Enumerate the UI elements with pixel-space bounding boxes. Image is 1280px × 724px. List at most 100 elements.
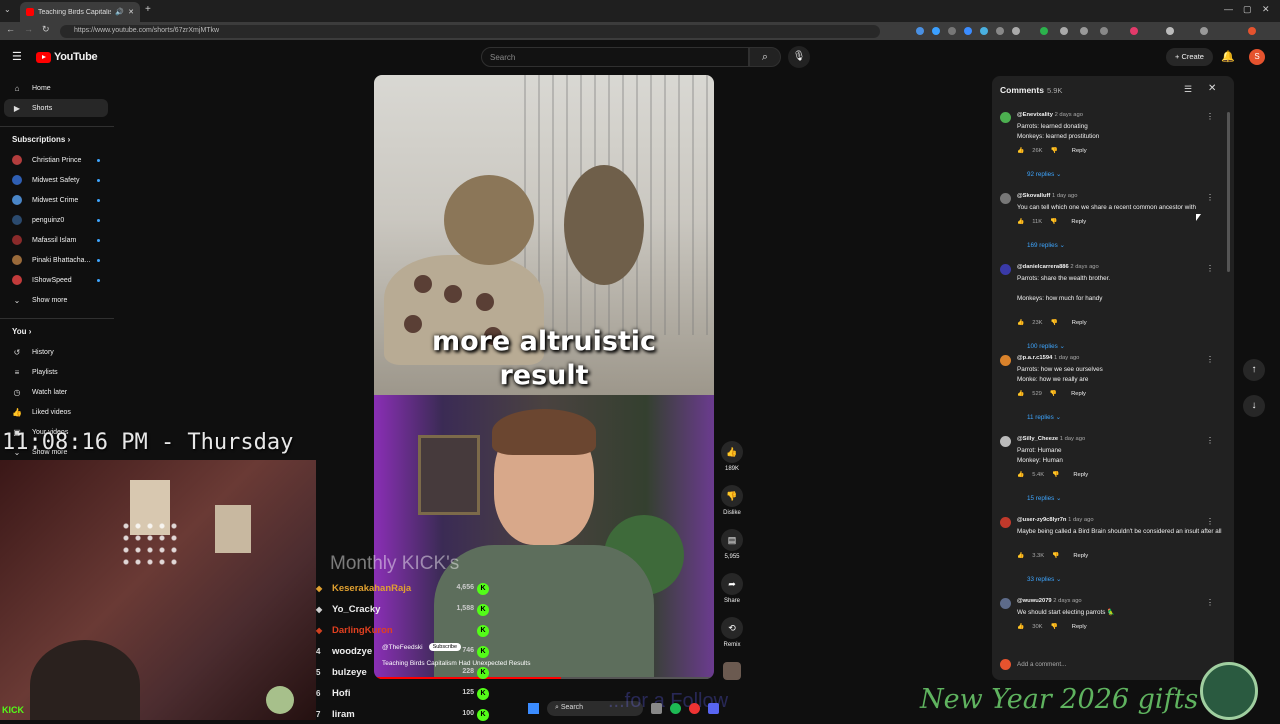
profile-icon[interactable] xyxy=(1248,27,1256,35)
more-options-icon[interactable]: ⋮ xyxy=(1206,264,1214,273)
sidebar-subscription-item[interactable]: IShowSpeed xyxy=(4,271,108,289)
comment-author[interactable]: @p.a.r.c1594 1 day ago xyxy=(1017,355,1079,361)
reply-button[interactable]: Reply xyxy=(1072,148,1087,154)
more-options-icon[interactable]: ⋮ xyxy=(1206,355,1214,364)
taskbar-search[interactable]: ⌕ Search xyxy=(547,700,643,716)
more-options-icon[interactable]: ⋮ xyxy=(1206,436,1214,445)
create-button[interactable]: + Create xyxy=(1166,48,1213,66)
more-options-icon[interactable]: ⋮ xyxy=(1206,598,1214,607)
comments-scrollbar[interactable] xyxy=(1227,112,1230,272)
comment-like-icon[interactable]: 👍 xyxy=(1017,391,1024,397)
comment-dislike-icon[interactable]: 👎 xyxy=(1051,148,1058,154)
comments-button[interactable]: ▤ 5,955 xyxy=(720,529,744,560)
comment-dislike-icon[interactable]: 👎 xyxy=(1051,320,1058,326)
comment-like-icon[interactable]: 👍 xyxy=(1017,320,1024,326)
like-button[interactable]: 👍 189K xyxy=(720,441,744,472)
reply-button[interactable]: Reply xyxy=(1073,472,1088,478)
extension-icon[interactable] xyxy=(1166,27,1174,35)
forward-icon[interactable]: → xyxy=(24,24,33,34)
window-close-icon[interactable]: ✕ xyxy=(1262,4,1270,15)
extension-icon[interactable] xyxy=(1080,27,1088,35)
extension-icon[interactable] xyxy=(948,27,956,35)
sidebar-item-shorts[interactable]: ▶ Shorts xyxy=(4,99,108,117)
comment-dislike-icon[interactable]: 👎 xyxy=(1051,624,1058,630)
more-options-icon[interactable]: ⋮ xyxy=(1206,193,1214,202)
comment-like-icon[interactable]: 👍 xyxy=(1017,148,1024,154)
search-button[interactable]: ⌕ xyxy=(749,47,781,67)
extension-icon[interactable] xyxy=(1040,27,1048,35)
comment-like-icon[interactable]: 👍 xyxy=(1017,624,1024,630)
browser-tab[interactable]: Teaching Birds Capitalism I 🔊 ✕ xyxy=(20,2,140,22)
maximize-icon[interactable]: ▢ xyxy=(1243,4,1252,15)
commenter-avatar[interactable] xyxy=(1000,355,1011,366)
chrome-icon[interactable] xyxy=(689,702,700,714)
hamburger-menu-icon[interactable]: ☰ xyxy=(12,50,22,63)
comment-like-icon[interactable]: 👍 xyxy=(1017,219,1024,225)
view-replies-button[interactable]: 92 replies ⌄ xyxy=(1027,171,1061,178)
remix-button[interactable]: ⟲ Remix xyxy=(720,617,744,648)
tab-audio-icon[interactable]: 🔊 xyxy=(115,8,124,16)
add-comment-input[interactable]: Add a comment... xyxy=(1017,661,1066,668)
reply-button[interactable]: Reply xyxy=(1071,391,1086,397)
sidebar-subscription-item[interactable]: penguinz0 xyxy=(4,211,108,229)
comment-author[interactable]: @wuwu2079 2 days ago xyxy=(1017,598,1082,604)
comment-like-icon[interactable]: 👍 xyxy=(1017,553,1024,559)
view-replies-button[interactable]: 11 replies ⌄ xyxy=(1027,414,1061,421)
view-replies-button[interactable]: 33 replies ⌄ xyxy=(1027,576,1061,583)
comment-author[interactable]: @user-zy9c8lyr7n 1 day ago xyxy=(1017,517,1094,523)
sidebar-you-item[interactable]: ◷ Watch later xyxy=(4,383,108,401)
comment-dislike-icon[interactable]: 👎 xyxy=(1050,391,1057,397)
extension-icon[interactable] xyxy=(932,27,940,35)
comment-author[interactable]: @Enevixality 2 days ago xyxy=(1017,112,1083,118)
reply-button[interactable]: Reply xyxy=(1071,219,1086,225)
view-replies-button[interactable]: 100 replies ⌄ xyxy=(1027,343,1065,350)
more-options-icon[interactable]: ⋮ xyxy=(1206,517,1214,526)
dislike-button[interactable]: 👎 Dislike xyxy=(720,485,744,516)
sidebar-subscription-item[interactable]: Mafassil Islam xyxy=(4,231,108,249)
extension-icon[interactable] xyxy=(1012,27,1020,35)
share-button[interactable]: ➦ Share xyxy=(720,573,744,604)
extension-icon[interactable] xyxy=(1130,27,1138,35)
close-icon[interactable]: ✕ xyxy=(1208,83,1216,94)
sort-icon[interactable]: ☰ xyxy=(1184,84,1192,95)
commenter-avatar[interactable] xyxy=(1000,193,1011,204)
comment-like-icon[interactable]: 👍 xyxy=(1017,472,1024,478)
sidebar-you-item[interactable]: 👍 Liked videos xyxy=(4,403,108,421)
notifications-bell-icon[interactable]: 🔔 xyxy=(1221,50,1235,63)
sidebar-subscription-item[interactable]: Christian Prince xyxy=(4,151,108,169)
extension-icon[interactable] xyxy=(980,27,988,35)
url-bar[interactable]: https://www.youtube.com/shorts/67zrXmjMT… xyxy=(60,25,880,38)
comment-dislike-icon[interactable]: 👎 xyxy=(1050,219,1057,225)
commenter-avatar[interactable] xyxy=(1000,436,1011,447)
sidebar-item-home[interactable]: ⌂ Home xyxy=(4,79,108,97)
tab-menu-icon[interactable]: ⌄ xyxy=(4,5,11,14)
show-more-subscriptions[interactable]: ⌄ Show more xyxy=(4,291,108,309)
extension-icon[interactable] xyxy=(964,27,972,35)
comment-author[interactable]: @danielcarrera886 2 days ago xyxy=(1017,264,1099,270)
commenter-avatar[interactable] xyxy=(1000,264,1011,275)
more-options-icon[interactable]: ⋮ xyxy=(1206,112,1214,121)
commenter-avatar[interactable] xyxy=(1000,517,1011,528)
comment-dislike-icon[interactable]: 👎 xyxy=(1052,553,1059,559)
commenter-avatar[interactable] xyxy=(1000,598,1011,609)
subscriptions-heading[interactable]: Subscriptions › xyxy=(12,135,70,144)
spotify-icon[interactable] xyxy=(670,702,681,714)
sidebar-subscription-item[interactable]: Midwest Safety xyxy=(4,171,108,189)
extension-icon[interactable] xyxy=(916,27,924,35)
reload-icon[interactable]: ↻ xyxy=(42,24,50,35)
next-video-button[interactable]: ↓ xyxy=(1243,395,1265,417)
sidebar-subscription-item[interactable]: Pinaki Bhattacha... xyxy=(4,251,108,269)
windows-start-icon[interactable] xyxy=(528,702,539,714)
reply-button[interactable]: Reply xyxy=(1073,553,1088,559)
comment-author[interactable]: @Silly_Cheeze 1 day ago xyxy=(1017,436,1085,442)
extension-icon[interactable] xyxy=(996,27,1004,35)
search-input[interactable]: Search xyxy=(481,47,749,67)
extension-icon[interactable] xyxy=(1100,27,1108,35)
youtube-logo[interactable]: YouTube xyxy=(36,51,98,63)
view-replies-button[interactable]: 169 replies ⌄ xyxy=(1027,242,1065,249)
back-icon[interactable]: ← xyxy=(6,24,15,34)
extension-icon[interactable] xyxy=(1060,27,1068,35)
extensions-puzzle-icon[interactable] xyxy=(1200,27,1208,35)
you-heading[interactable]: You › xyxy=(12,327,31,336)
commenter-avatar[interactable] xyxy=(1000,112,1011,123)
